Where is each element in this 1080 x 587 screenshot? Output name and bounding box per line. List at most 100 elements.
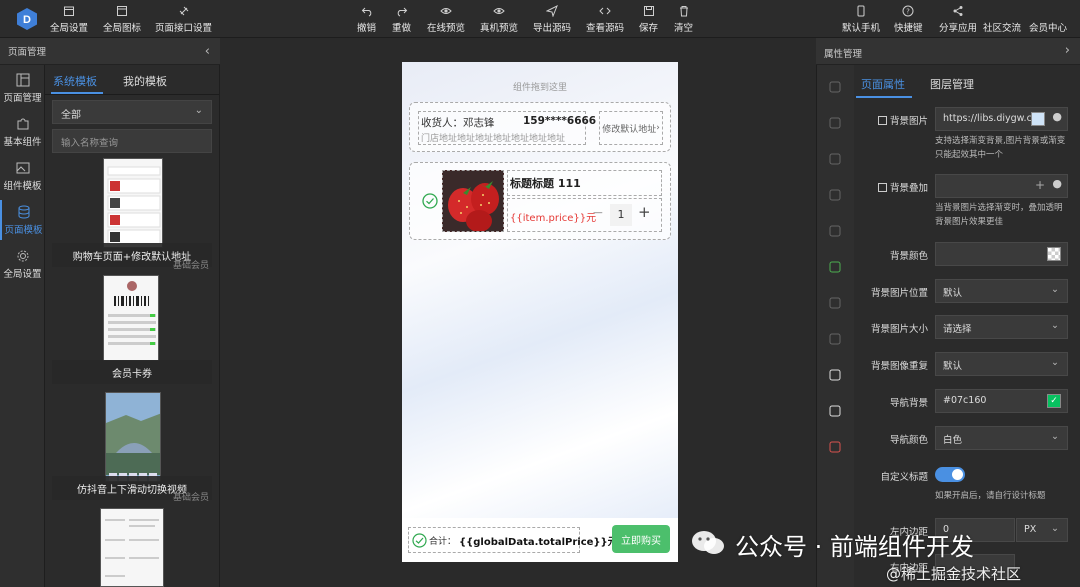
toolbar-right-button-3[interactable]: 社区交流 — [983, 4, 1021, 34]
download-icon[interactable] — [828, 116, 842, 130]
bg-position-select[interactable]: 默认 ⌄ — [935, 279, 1068, 303]
toolbar-center-button-1[interactable]: 重做 — [392, 4, 411, 34]
toolbar-center-button-7[interactable]: 清空 — [674, 4, 693, 34]
product-card[interactable]: 标题标题 111 {{item.price}}元 − 1 + — [409, 162, 671, 240]
toolbar-center-button-2[interactable]: 在线预览 — [427, 4, 465, 34]
checkbox-icon[interactable] — [877, 116, 887, 125]
check-circle-icon[interactable] — [422, 193, 438, 209]
checkbox-icon[interactable] — [877, 183, 887, 192]
chevron-right-icon: › — [656, 123, 660, 133]
bg-color-input[interactable] — [935, 242, 1068, 266]
image-swatch-icon[interactable] — [1031, 112, 1045, 126]
toolbar-right-button-4[interactable]: 会员中心 — [1029, 4, 1067, 34]
toolbar-center-button-6[interactable]: 保存 — [639, 4, 658, 34]
toolbar-center-button-4[interactable]: 导出源码 — [533, 4, 571, 34]
toolbar-right-button-2[interactable]: 分享应用 — [939, 4, 977, 34]
gear-icon — [16, 249, 30, 263]
template-thumbnail-cart[interactable] — [103, 158, 163, 248]
tab-indicator — [51, 92, 103, 94]
link-icon[interactable] — [828, 368, 842, 382]
layers-icon[interactable] — [828, 404, 842, 418]
nav-color-select[interactable]: 白色 ⌄ — [935, 426, 1068, 450]
lock-icon[interactable] — [828, 296, 842, 310]
template-search-input[interactable]: 输入名称查询 — [52, 129, 212, 153]
total-label: 合计： — [429, 537, 457, 547]
toolbar-right-button-1[interactable]: ? 快捷键 — [894, 4, 923, 34]
left-nav-item-0[interactable]: 页面管理 — [0, 68, 45, 108]
toolbar-center-button-3[interactable]: 真机预览 — [480, 4, 518, 34]
receiver-label: 收货人： — [421, 117, 463, 129]
left-nav-item-1[interactable]: 基本组件 — [0, 112, 45, 152]
code-icon — [599, 5, 611, 17]
bag-icon[interactable] — [828, 188, 842, 202]
toolbar-right-button-0[interactable]: 默认手机 — [842, 4, 880, 34]
plus-icon[interactable]: + — [1035, 178, 1045, 192]
tab-layer-manager[interactable]: 图层管理 — [930, 76, 974, 92]
nav-color-label: 导航颜色 — [889, 435, 928, 446]
bg-image-input[interactable]: https://libs.diygw.co ● — [935, 107, 1068, 131]
toolbar-left-button-2[interactable]: 页面接口设置 — [155, 4, 212, 34]
template-thumbnail-video[interactable] — [105, 392, 161, 482]
template-thumbnail-form[interactable] — [100, 508, 164, 587]
window-icon — [116, 5, 128, 17]
toolbar-label: 页面接口设置 — [155, 23, 213, 34]
palette-icon[interactable]: ● — [1052, 110, 1062, 123]
pin-icon[interactable] — [828, 80, 842, 94]
bg-size-select[interactable]: 请选择 ⌄ — [935, 315, 1068, 339]
address-card[interactable]: 收货人：邓志锋 159****6666 门店地址地址地址地址地址地址地址 修改默… — [409, 102, 671, 152]
left-nav-item-2[interactable]: 组件模板 — [0, 156, 45, 196]
left-nav-item-4[interactable]: 全局设置 — [0, 244, 45, 284]
increase-quantity-button[interactable]: + — [638, 203, 651, 221]
buy-now-button[interactable]: 立即购买 — [612, 525, 670, 553]
collapse-left-icon[interactable]: ‹ — [205, 44, 210, 59]
collapse-right-icon[interactable]: › — [1065, 43, 1070, 58]
tab-page-properties[interactable]: 页面属性 — [861, 76, 905, 92]
bg-overlay-input[interactable]: + ● — [935, 174, 1068, 198]
receiver-phone: 159****6666 — [523, 115, 597, 127]
color-swatch-icon[interactable]: ✓ — [1047, 394, 1061, 408]
app-logo-icon: D — [17, 8, 37, 30]
transparent-swatch-icon[interactable] — [1047, 247, 1061, 261]
toolbar-center-button-0[interactable]: 撤销 — [357, 4, 376, 34]
toolbar-label: 会员中心 — [1029, 23, 1068, 34]
toolbar-left-button-0[interactable]: 全局设置 — [50, 4, 88, 34]
padding-left-unit-select[interactable]: PX ⌄ — [1016, 518, 1068, 542]
template-thumbnail-card[interactable] — [103, 275, 159, 361]
copy-icon[interactable] — [828, 224, 842, 238]
edit-address-button[interactable]: 修改默认地址 › — [599, 111, 663, 145]
bg-image-hint: 支持选择渐变背景,图片背景或渐变只能起效其中一个 — [935, 136, 1066, 160]
toolbar-center-button-5[interactable]: 查看源码 — [586, 4, 624, 34]
template-label-card[interactable]: 会员卡券 — [52, 360, 212, 384]
product-title-box[interactable]: 标题标题 111 — [507, 170, 662, 196]
template-tabs: 系统模板 我的模板 — [45, 65, 219, 95]
gear-icon[interactable] — [828, 440, 842, 454]
nav-bg-value: #07c160 — [943, 395, 987, 406]
tab-my-templates[interactable]: 我的模板 — [123, 73, 167, 89]
left-nav-item-3[interactable]: 页面模板 — [0, 200, 45, 240]
unit-value: PX — [1024, 524, 1037, 535]
decrease-quantity-button[interactable]: − — [592, 205, 604, 221]
phone-preview[interactable]: 组件拖到这里 收货人：邓志锋 159****6666 门店地址地址地址地址地址地… — [402, 62, 678, 562]
doc-edit-icon[interactable] — [828, 260, 842, 274]
custom-title-toggle[interactable] — [935, 467, 965, 482]
product-price-box[interactable]: {{item.price}}元 − 1 + — [507, 198, 662, 232]
bg-image-label: 背景图片 — [877, 113, 928, 127]
total-value: {{globalData.totalPrice}}元 — [459, 537, 618, 548]
nav-bg-input[interactable]: #07c160 ✓ — [935, 389, 1068, 413]
nav-color-value: 白色 — [943, 435, 963, 446]
category-select[interactable]: 全部 ⌄ — [52, 100, 212, 124]
tab-system-templates[interactable]: 系统模板 — [53, 73, 97, 89]
receiver-name: 邓志锋 — [463, 117, 495, 129]
toolbar-left-button-1[interactable]: 全局图标 — [103, 4, 141, 34]
address-info[interactable]: 收货人：邓志锋 159****6666 门店地址地址地址地址地址地址地址 — [418, 111, 596, 145]
chevron-down-icon: ⌄ — [1051, 357, 1059, 368]
palette-icon[interactable]: ● — [1052, 177, 1062, 190]
bg-repeat-select[interactable]: 默认 ⌄ — [935, 352, 1068, 376]
template-tag: 基础会员 — [172, 261, 209, 271]
check-circle-icon[interactable] — [412, 533, 427, 548]
chevron-down-icon: ⌄ — [1051, 523, 1059, 534]
trash-icon[interactable] — [828, 332, 842, 346]
chevron-down-icon: ⌄ — [194, 105, 203, 116]
quantity-input[interactable]: 1 — [610, 204, 632, 226]
chat-icon[interactable] — [828, 152, 842, 166]
